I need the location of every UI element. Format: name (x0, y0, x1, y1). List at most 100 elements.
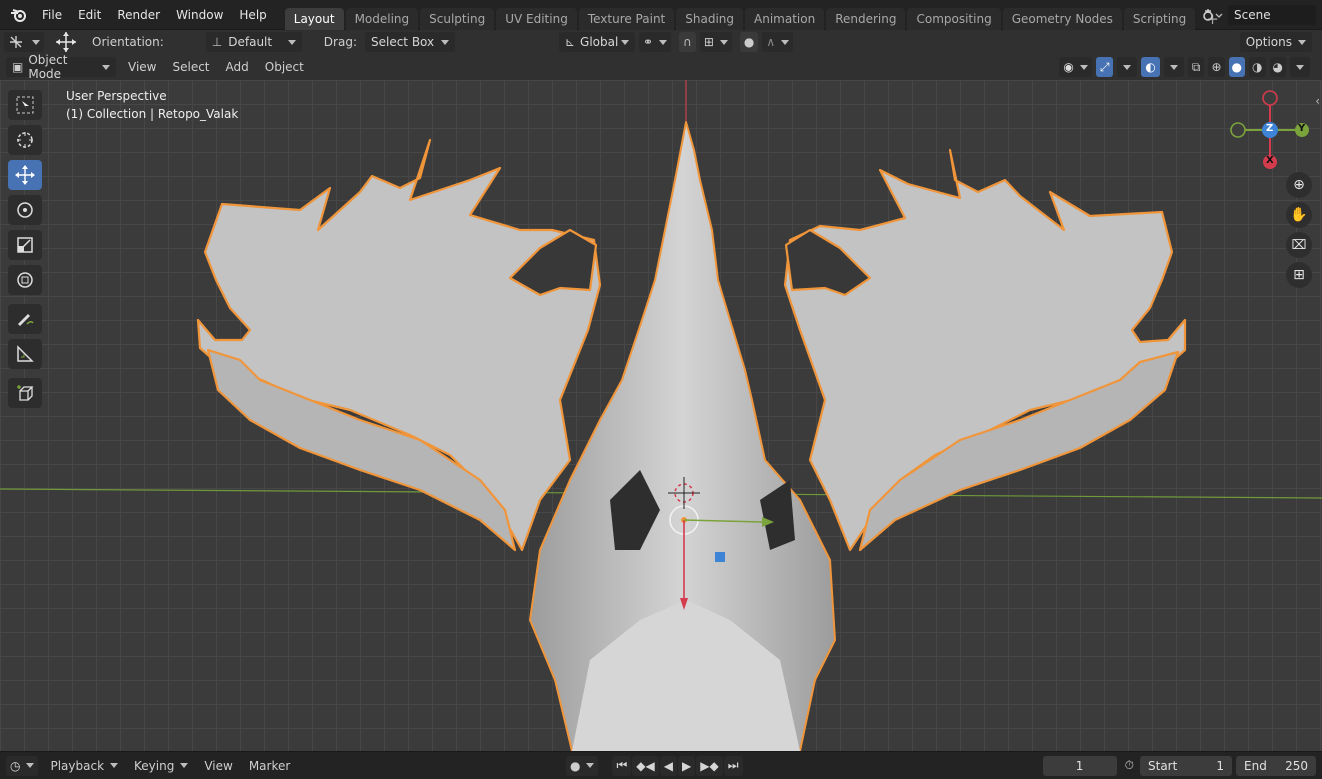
menu-window[interactable]: Window (168, 0, 231, 30)
proportional-falloff-dropdown[interactable]: ∧ (762, 32, 794, 52)
tool-scale[interactable] (8, 230, 42, 260)
rendered-shading-button[interactable]: ◕ (1269, 57, 1286, 77)
menu-file[interactable]: File (34, 0, 70, 30)
menu-help[interactable]: Help (231, 0, 274, 30)
solid-shading-button[interactable]: ● (1228, 57, 1246, 77)
transform-pivot-button[interactable] (4, 32, 44, 52)
auto-keying-toggle[interactable]: ● (566, 755, 599, 776)
measure-ruler-icon (17, 345, 34, 362)
gizmo-dropdown[interactable] (1117, 57, 1138, 77)
viewport-menu-add[interactable]: Add (218, 60, 257, 74)
scene-name-field[interactable]: Scene (1228, 5, 1316, 25)
tool-rotate[interactable] (8, 195, 42, 225)
material-shading-button[interactable]: ◑ (1249, 57, 1266, 77)
shading-dropdown[interactable] (1290, 57, 1310, 77)
tab-modeling[interactable]: Modeling (345, 7, 419, 30)
editor-type-dropdown[interactable]: ◷ (6, 755, 39, 776)
tab-compositing[interactable]: Compositing (907, 7, 1001, 30)
transform-orientation-dropdown[interactable]: ⊾ Global (558, 32, 635, 52)
tab-rendering[interactable]: Rendering (826, 7, 906, 30)
timeline-menu-view[interactable]: View (196, 759, 240, 773)
select-box-icon (16, 96, 34, 114)
xray-toggle[interactable]: ⧉ (1187, 57, 1205, 77)
play-reverse-button[interactable]: ◀ (659, 755, 677, 776)
snap-toggle[interactable]: ∩ (679, 32, 696, 52)
tab-shading[interactable]: Shading (676, 7, 743, 30)
tool-annotate[interactable] (8, 304, 42, 334)
gizmo-z-label: Z (1266, 123, 1274, 134)
drag-value: Select Box (370, 35, 435, 49)
rotate-icon (17, 202, 33, 218)
start-frame-field[interactable]: Start 1 (1140, 755, 1232, 776)
menu-render[interactable]: Render (109, 0, 168, 30)
playback-controls: ● ⏮ ◆◀ ◀ ▶ ▶◆ ⏭ (566, 755, 747, 776)
tab-uv-editing[interactable]: UV Editing (496, 7, 577, 30)
tab-layout[interactable]: Layout (284, 7, 344, 30)
ortho-toggle-button[interactable]: ⊞ (1286, 262, 1312, 288)
tool-move[interactable] (8, 160, 42, 190)
left-wing-mesh[interactable] (196, 138, 602, 552)
pan-view-button[interactable]: ✋ (1286, 202, 1312, 228)
visibility-dropdown[interactable]: ◉ (1059, 57, 1092, 77)
zoom-view-button[interactable]: ⊕ (1286, 172, 1312, 198)
sidebar-expand-icon[interactable]: ‹ (1315, 94, 1320, 108)
tab-animation[interactable]: Animation (745, 7, 825, 30)
drag-dropdown[interactable]: Select Box (364, 32, 455, 52)
tool-add-cube[interactable] (8, 378, 42, 408)
blender-logo-icon[interactable] (10, 7, 28, 23)
transform-orientation-value: Global (580, 35, 619, 49)
mode-dropdown[interactable]: ▣ Object Mode (6, 53, 116, 81)
proportional-edit-toggle[interactable]: ● (739, 32, 759, 52)
wireframe-shading-button[interactable]: ⊕ (1208, 57, 1225, 77)
start-value: 1 (1216, 758, 1224, 773)
jump-start-button[interactable]: ⏮ (612, 755, 632, 776)
tool-measure[interactable] (8, 339, 42, 369)
play-button[interactable]: ▶ (678, 755, 696, 776)
central-body-mesh[interactable] (529, 121, 836, 751)
viewport-shading-controls: ◉ ⤢ ◐ ⧉ ⊕ ● ◑ ◕ (1059, 57, 1314, 77)
snap-increment-icon: ⊞ (703, 35, 714, 49)
magnet-icon: ∩ (683, 35, 692, 49)
3d-viewport[interactable]: User Perspective (1) Collection | Retopo… (0, 80, 1322, 751)
pivot-point-button[interactable]: ⚭ (638, 32, 672, 52)
orientation-dropdown[interactable]: ⊥ Default (205, 32, 302, 52)
overlay-toggle[interactable]: ◐ (1141, 57, 1160, 77)
viewport-menu-select[interactable]: Select (164, 60, 217, 74)
move-gizmo-icon[interactable] (54, 31, 78, 53)
scale-icon (17, 237, 33, 253)
current-frame-field[interactable]: 1 (1042, 755, 1117, 776)
gizmo-toggle[interactable]: ⤢ (1095, 57, 1114, 77)
options-dropdown[interactable]: Options (1239, 32, 1312, 52)
tab-scripting[interactable]: Scripting (1123, 7, 1196, 30)
gizmo-y-label: Y (1298, 123, 1306, 134)
zoom-magnifier-icon: ⊕ (1293, 177, 1305, 193)
grid-icon: ⊞ (1293, 267, 1305, 283)
timeline-menu-marker[interactable]: Marker (241, 759, 298, 773)
end-frame-field[interactable]: End 250 (1236, 755, 1316, 776)
camera-view-button[interactable]: ⌧ (1286, 232, 1312, 258)
scene-icon[interactable] (1202, 7, 1224, 23)
tool-transform[interactable] (8, 265, 42, 295)
tool-select-box[interactable] (8, 90, 42, 120)
jump-end-button[interactable]: ⏭ (723, 755, 743, 776)
next-keyframe-button[interactable]: ▶◆ (696, 755, 723, 776)
timeline-menu-keying[interactable]: Keying (126, 759, 196, 773)
viewport-menu-view[interactable]: View (120, 60, 164, 74)
perspective-label: User Perspective (66, 89, 167, 103)
overlay-dropdown[interactable] (1163, 57, 1184, 77)
tab-texture-paint[interactable]: Texture Paint (578, 7, 675, 30)
navigation-gizmo[interactable]: Z Y X (1224, 88, 1314, 178)
menu-edit[interactable]: Edit (70, 0, 109, 30)
tab-sculpting[interactable]: Sculpting (420, 7, 495, 30)
timeline-menu-playback[interactable]: Playback (42, 759, 126, 773)
viewport-menu-object[interactable]: Object (257, 60, 312, 74)
stopwatch-icon[interactable]: ⏱ (1125, 758, 1134, 773)
tool-cursor[interactable] (8, 125, 42, 155)
prev-keyframe-button[interactable]: ◆◀ (632, 755, 659, 776)
cursor-icon (17, 132, 33, 148)
right-wing-mesh[interactable] (783, 148, 1187, 552)
workspace-tabs: Layout Modeling Sculpting UV Editing Tex… (284, 0, 1230, 30)
tab-geometry-nodes[interactable]: Geometry Nodes (1002, 7, 1122, 30)
gizmo-x-label: X (1266, 155, 1274, 166)
snap-target-dropdown[interactable]: ⊞ (699, 32, 732, 52)
